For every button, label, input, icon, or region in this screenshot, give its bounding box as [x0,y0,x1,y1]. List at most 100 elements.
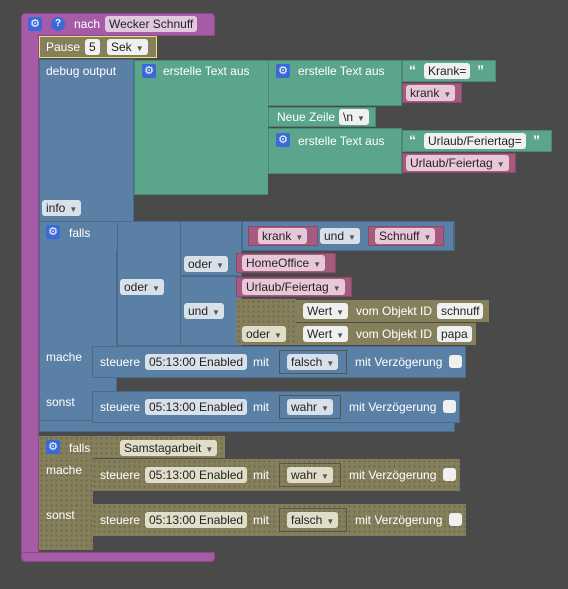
variable-schnuff-dropdown[interactable]: Schnuff ▼ [375,228,436,244]
control-mit-label-if2-else: mit [253,513,269,527]
logic-or-3-dropdown[interactable]: oder ▼ [242,326,286,342]
variable-krank-cond-label: krank [262,229,292,243]
variable-krank-dropdown[interactable]: krank ▼ [406,85,456,101]
if-sonst-label: sonst [46,395,75,409]
quote-icon: ” [477,62,484,78]
create-text-label: erstelle Text aus [163,64,250,78]
object-id-label-2: vom Objekt ID [356,327,433,341]
dropdown-caret-icon: ▼ [443,90,452,99]
variable-homeoffice-dropdown[interactable]: HomeOffice ▼ [242,255,326,271]
dropdown-caret-icon: ▼ [274,331,282,340]
control-delay-checkbox-if2[interactable] [443,468,456,481]
create-text-inner-label-2: erstelle Text aus [298,134,385,148]
pause-value-field[interactable]: 5 [85,39,100,55]
if-mache-label: mache [46,350,83,364]
control-value-dropdown-else[interactable]: wahr ▼ [287,399,333,415]
dropdown-caret-icon: ▼ [321,404,329,413]
gear-icon[interactable]: ⚙ [46,225,60,239]
object-id-field-1[interactable]: schnuff [437,303,484,319]
control-mit-label-else: mit [253,400,269,414]
debug-output-block[interactable] [39,59,134,222]
dropdown-caret-icon: ▼ [326,359,335,368]
newline-label: Neue Zeile [277,110,336,124]
if2-mache-label: mache [46,463,83,477]
quote-icon: “ [409,62,416,78]
logic-and-2-label: und [188,304,209,318]
logic-and-label: und [324,229,345,243]
dropdown-caret-icon: ▼ [152,284,160,293]
dropdown-caret-icon: ▼ [357,114,365,123]
gear-icon[interactable]: ⚙ [28,17,42,31]
dropdown-caret-icon: ▼ [332,284,341,293]
control-state-field-else[interactable]: 05:13:00 Enabled [145,399,248,415]
get-value-dropdown-1[interactable]: Wert ▼ [303,303,349,319]
control-mit-label: mit [253,355,269,369]
text-literal-krank[interactable]: Krank= [424,63,471,79]
gear-icon[interactable]: ⚙ [276,64,290,78]
gear-icon[interactable]: ⚙ [46,440,60,454]
control-value-label-else: wahr [291,400,318,414]
help-icon[interactable]: ? [51,17,65,31]
debug-level-label: info [46,201,66,215]
control-value-label-if2: wahr [291,468,318,482]
procedure-body-bar [21,34,39,556]
procedure-label: nach [74,17,101,31]
quote-icon: “ [409,132,416,148]
gear-icon[interactable]: ⚙ [142,64,156,78]
control-mit-label-if2: mit [253,468,269,482]
control-state-field[interactable]: 05:13:00 Enabled [145,354,248,370]
pause-label: Pause [46,40,81,54]
newline-value: \n [343,110,354,124]
dropdown-caret-icon: ▼ [326,517,335,526]
dropdown-caret-icon: ▼ [313,260,322,269]
control-state-field-if2[interactable]: 05:13:00 Enabled [145,467,248,483]
get-value-dropdown-2[interactable]: Wert ▼ [303,326,349,342]
create-text-inner-label: erstelle Text aus [298,64,385,78]
logic-or-dropdown[interactable]: oder ▼ [120,279,164,295]
dropdown-caret-icon: ▼ [336,331,345,340]
logic-and-2-dropdown[interactable]: und ▼ [184,303,224,319]
control-delay-label: mit Verzögerung [355,355,443,369]
dropdown-caret-icon: ▼ [295,233,304,242]
gear-icon[interactable]: ⚙ [276,133,290,147]
variable-krank-cond-dropdown[interactable]: krank ▼ [258,228,308,244]
dropdown-caret-icon: ▼ [336,308,345,317]
control-state-field-if2-else[interactable]: 05:13:00 Enabled [145,512,248,528]
dropdown-caret-icon: ▼ [69,205,78,214]
debug-level-dropdown[interactable]: info ▼ [42,200,82,216]
pause-unit-label: Sek [111,40,132,54]
control-delay-checkbox-if2-else[interactable] [449,513,462,526]
if-block-2-footer [39,538,93,550]
control-value-dropdown[interactable]: falsch ▼ [287,354,339,370]
get-value-label-2: Wert [307,327,333,341]
control-label-if2-else: steuere [100,513,141,527]
procedure-name-field[interactable]: Wecker Schnuff [105,16,198,32]
control-delay-checkbox[interactable] [449,355,462,368]
if2-condition-dropdown[interactable]: Samstagarbeit ▼ [120,440,218,456]
if2-sonst-label: sonst [46,508,75,522]
newline-dropdown[interactable]: \n ▼ [339,109,369,125]
dropdown-caret-icon: ▼ [496,160,505,169]
create-text-block[interactable] [134,60,268,195]
text-literal-urlaub[interactable]: Urlaub/Feriertag= [424,133,526,149]
control-delay-label-if2-else: mit Verzögerung [355,513,443,527]
variable-urlaub-cond-dropdown[interactable]: Urlaub/Feiertag ▼ [242,279,345,295]
logic-or-label: oder [124,280,149,294]
control-value-dropdown-if2-else[interactable]: falsch ▼ [287,512,339,528]
variable-homeoffice-label: HomeOffice [246,256,310,270]
dropdown-caret-icon: ▼ [135,44,144,53]
dropdown-caret-icon: ▼ [212,308,220,317]
variable-urlaub-cond-label: Urlaub/Feiertag [246,280,329,294]
if-falls-label: falls [69,226,91,240]
pause-unit-dropdown[interactable]: Sek ▼ [107,39,148,55]
variable-urlaub-dropdown[interactable]: Urlaub/Feiertag ▼ [406,155,509,171]
logic-and-dropdown[interactable]: und ▼ [320,228,360,244]
control-delay-label-else: mit Verzögerung [349,400,437,414]
object-id-field-2[interactable]: papa [437,326,472,342]
control-delay-checkbox-else[interactable] [443,400,456,413]
logic-or-inner-dropdown[interactable]: oder ▼ [184,256,228,272]
control-value-dropdown-if2[interactable]: wahr ▼ [287,467,333,483]
debug-output-label: debug output [46,64,117,78]
control-label-else: steuere [100,400,141,414]
get-value-label-1: Wert [307,304,333,318]
